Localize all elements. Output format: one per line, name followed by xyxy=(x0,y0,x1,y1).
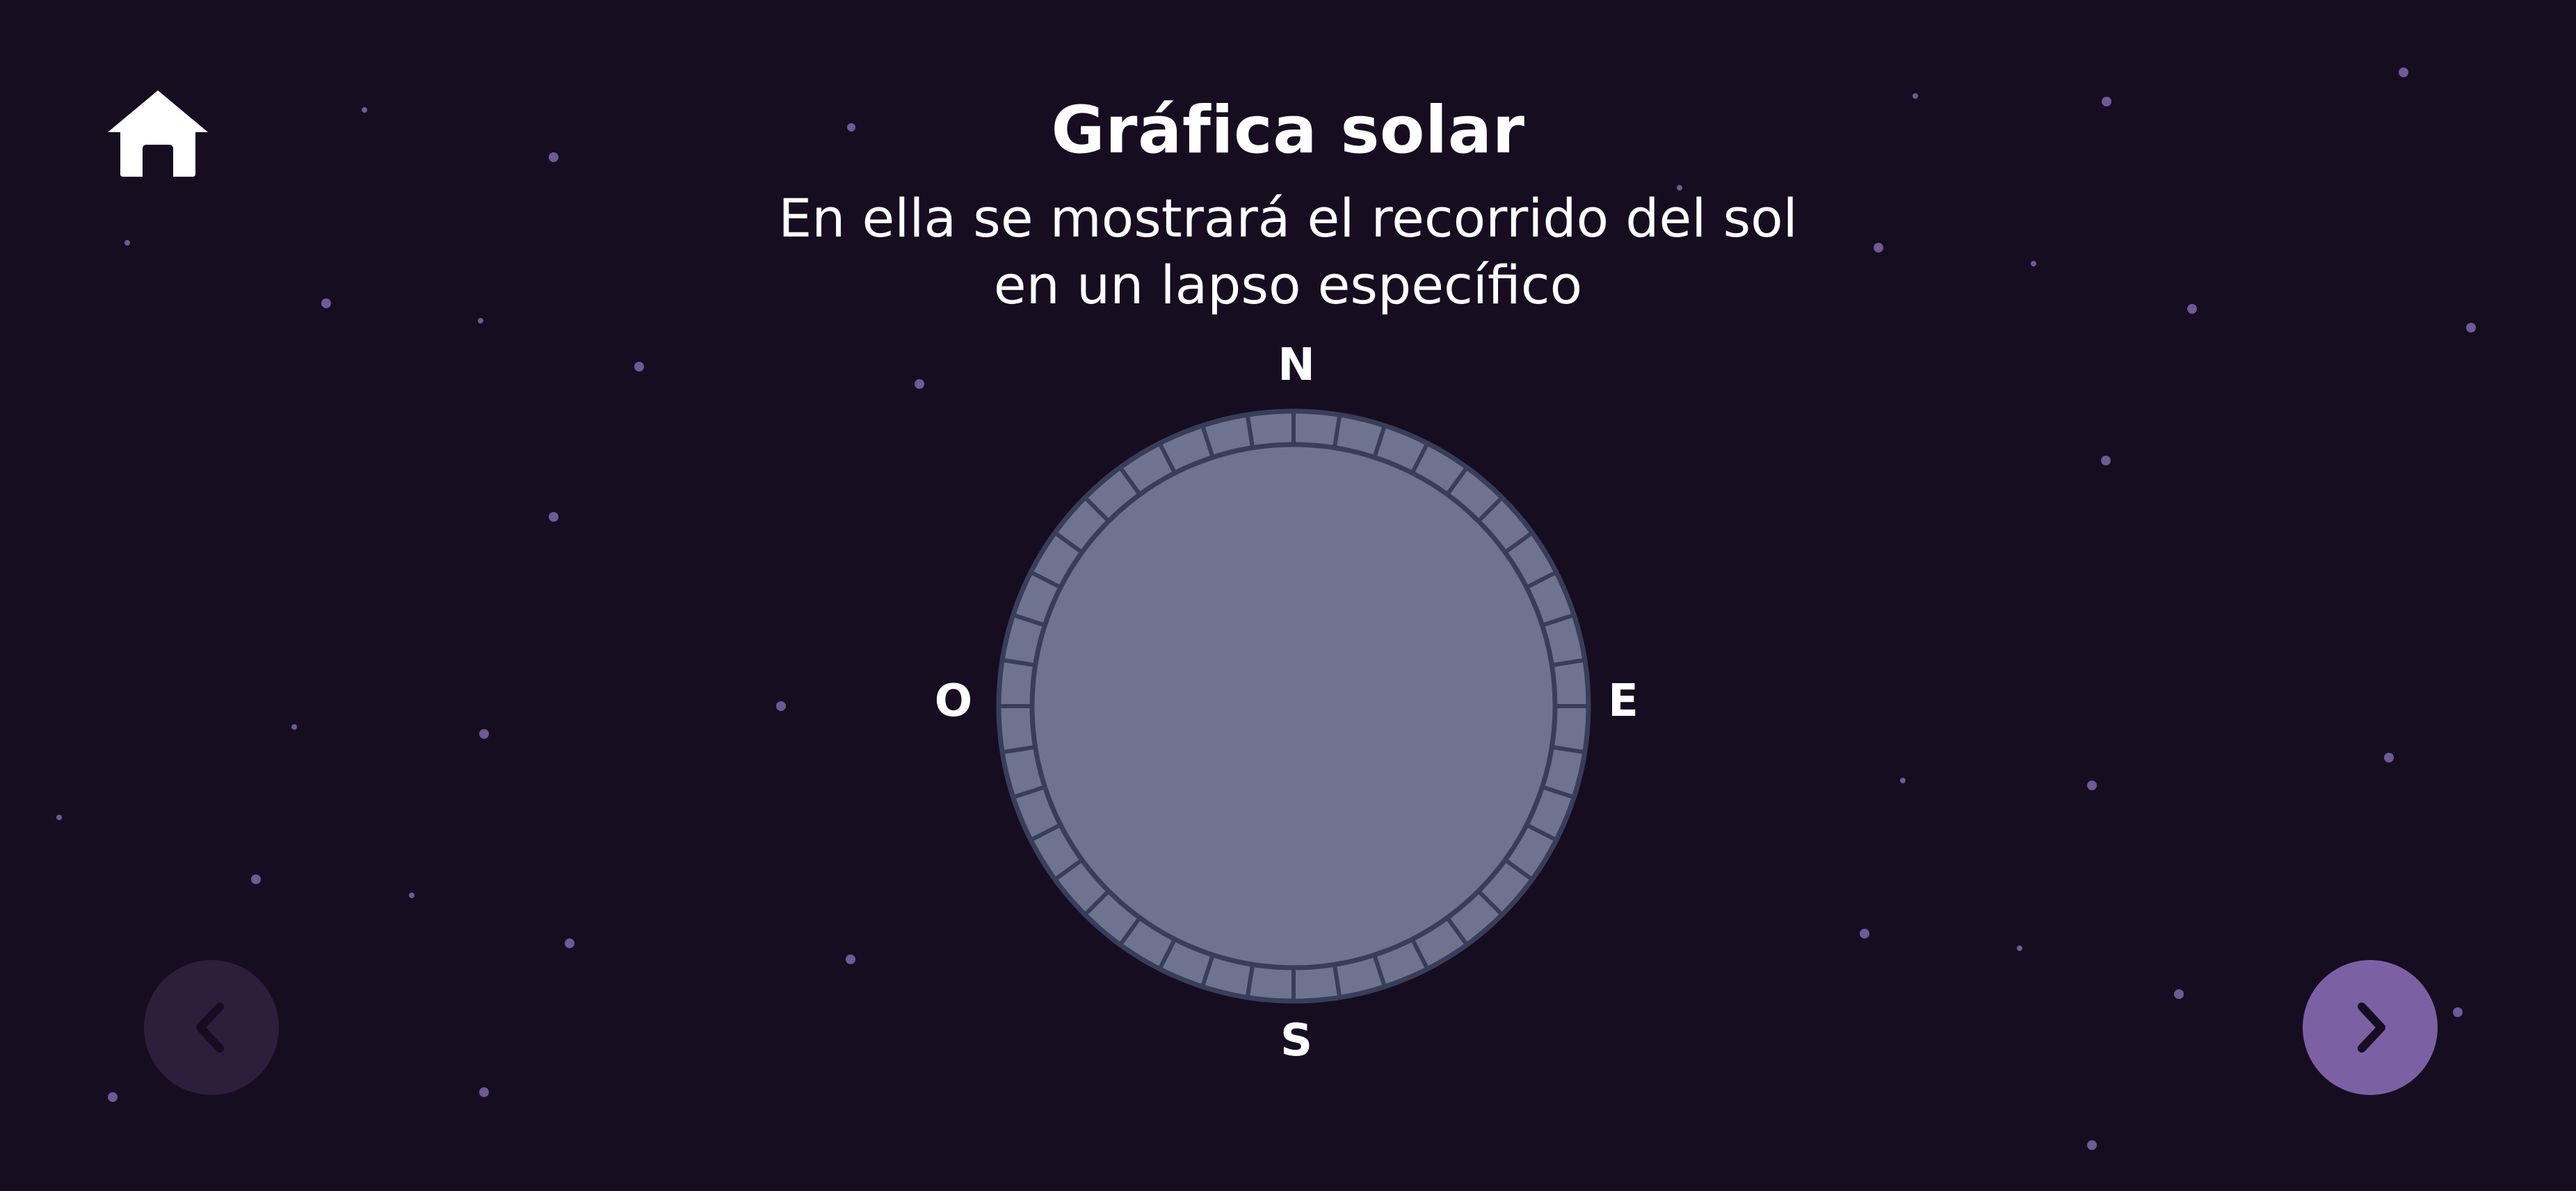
page-title: Gráfica solar xyxy=(1051,93,1525,168)
subtitle-line-1: En ella se mostrará el recorrido del sol xyxy=(778,187,1798,249)
star xyxy=(2384,753,2394,762)
star xyxy=(776,701,786,711)
subtitle-line-2: en un lapso específico xyxy=(993,254,1583,316)
star xyxy=(2453,1007,2463,1017)
star xyxy=(2399,67,2408,77)
star xyxy=(2466,323,2476,333)
compass-east-label: E xyxy=(1608,676,1639,727)
star xyxy=(2017,945,2022,951)
solar-chart-screen: Gráfica solar En ella se mostrará el rec… xyxy=(0,0,2576,1191)
next-button[interactable] xyxy=(2303,960,2438,1095)
star xyxy=(56,815,62,820)
chevron-right-icon xyxy=(2358,1002,2385,1053)
star xyxy=(2087,1140,2097,1150)
star xyxy=(251,874,261,884)
star xyxy=(846,954,855,964)
dial-inner-circle xyxy=(1029,442,1558,970)
compass-south-label: S xyxy=(1280,1015,1313,1066)
star xyxy=(479,1087,489,1097)
star xyxy=(565,938,574,948)
star xyxy=(478,318,483,323)
star xyxy=(479,729,489,739)
compass-north-label: N xyxy=(1278,339,1315,391)
sun-path-dial xyxy=(996,408,1591,1004)
star xyxy=(549,512,558,522)
compass-west-label: O xyxy=(934,676,973,727)
star xyxy=(1860,929,1869,938)
star xyxy=(2174,989,2184,999)
previous-button[interactable] xyxy=(144,960,279,1095)
star xyxy=(291,724,297,730)
page-subtitle: En ella se mostrará el recorrido del sol… xyxy=(0,185,2576,319)
star xyxy=(634,362,644,371)
chevron-left-icon xyxy=(196,1002,224,1053)
star xyxy=(1900,778,1906,783)
star xyxy=(108,1092,118,1102)
star xyxy=(2087,781,2097,790)
star xyxy=(2101,456,2111,465)
star xyxy=(409,893,414,898)
